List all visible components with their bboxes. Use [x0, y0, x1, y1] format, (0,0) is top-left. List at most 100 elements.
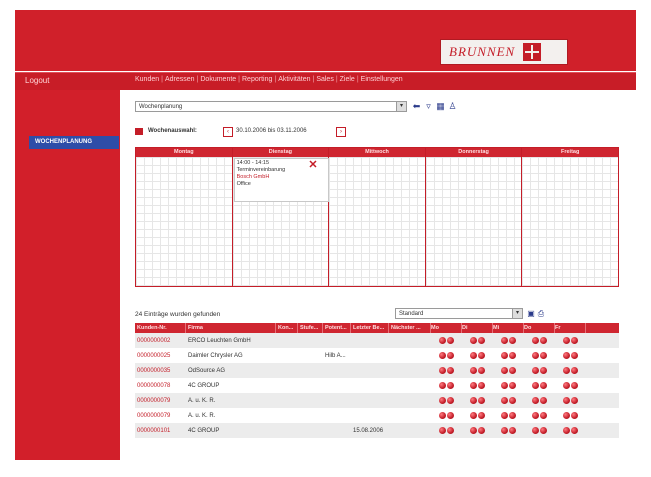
plan-dot-icon[interactable]: [509, 367, 516, 374]
plan-dot-icon[interactable]: [439, 352, 446, 359]
plan-dot-icon[interactable]: [447, 382, 454, 389]
plan-dot-icon[interactable]: [501, 382, 508, 389]
cell-kunden-nr[interactable]: 0000000035: [135, 363, 186, 378]
plan-dot-icon[interactable]: [563, 382, 570, 389]
plan-dot-icon[interactable]: [532, 367, 539, 374]
print-icon[interactable]: ⎙: [537, 309, 545, 318]
plan-dot-icon[interactable]: [447, 337, 454, 344]
plan-dot-icon[interactable]: [571, 397, 578, 404]
plan-dot-icon[interactable]: [540, 412, 547, 419]
plan-dot-icon[interactable]: [509, 397, 516, 404]
plan-dot-icon[interactable]: [439, 427, 446, 434]
filter-icon[interactable]: ▿: [424, 101, 433, 111]
plan-dot-icon[interactable]: [501, 397, 508, 404]
appointment-card[interactable]: 14:00 - 14:15 Terminvereinbarung Bosch G…: [233, 158, 329, 202]
col-header-firma[interactable]: Firma: [186, 323, 276, 333]
table-row[interactable]: 0000000002 ERCO Leuchten GmbH: [135, 333, 619, 348]
chevron-down-icon[interactable]: ▾: [512, 309, 522, 318]
day-header[interactable]: Dienstag: [232, 148, 329, 157]
plan-dot-icon[interactable]: [470, 427, 477, 434]
col-header-mi[interactable]: Mi: [493, 323, 524, 333]
plan-dot-icon[interactable]: [478, 352, 485, 359]
chevron-down-icon[interactable]: ▾: [396, 102, 406, 111]
plan-dot-icon[interactable]: [540, 367, 547, 374]
plan-dot-icon[interactable]: [563, 427, 570, 434]
col-header-letzter-besuch[interactable]: Letzter Be...: [351, 323, 389, 333]
plan-dot-icon[interactable]: [509, 427, 516, 434]
sidebar-item-wochenplanung[interactable]: WOCHENPLANUNG: [29, 136, 119, 149]
day-header[interactable]: Freitag: [522, 148, 618, 157]
brand-logo[interactable]: BRUNNEN: [440, 39, 568, 65]
nav-item-adressen[interactable]: Adressen: [165, 76, 195, 83]
plan-dot-icon[interactable]: [447, 352, 454, 359]
cell-kunden-nr[interactable]: 0000000101: [135, 423, 186, 438]
nav-item-sales[interactable]: Sales: [316, 76, 334, 83]
day-column-montag[interactable]: Montag: [136, 148, 233, 286]
day-column-freitag[interactable]: Freitag: [522, 148, 618, 286]
plan-dot-icon[interactable]: [470, 337, 477, 344]
export-icon[interactable]: ▣: [527, 309, 535, 318]
plan-dot-icon[interactable]: [439, 397, 446, 404]
plan-dot-icon[interactable]: [563, 337, 570, 344]
prev-week-icon[interactable]: ‹: [223, 127, 233, 137]
nav-item-aktivitaeten[interactable]: Aktivitäten: [278, 76, 310, 83]
plan-dot-icon[interactable]: [501, 367, 508, 374]
plan-dot-icon[interactable]: [509, 352, 516, 359]
day-header[interactable]: Donnerstag: [425, 148, 522, 157]
col-header-naechster[interactable]: Nächster ...: [389, 323, 431, 333]
col-header-kontakt[interactable]: Kon...: [276, 323, 298, 333]
cell-kunden-nr[interactable]: 0000000079: [135, 408, 186, 423]
nav-item-kunden[interactable]: Kunden: [135, 76, 159, 83]
day-column-dienstag[interactable]: Dienstag 14:00 - 14:15 Terminvereinbarun…: [232, 148, 330, 286]
plan-dot-icon[interactable]: [470, 352, 477, 359]
cell-kunden-nr[interactable]: 0000000079: [135, 393, 186, 408]
appointment-company[interactable]: Bosch GmbH: [237, 174, 326, 181]
plan-dot-icon[interactable]: [501, 427, 508, 434]
plan-dot-icon[interactable]: [563, 367, 570, 374]
day-header[interactable]: Montag: [136, 148, 232, 157]
table-row[interactable]: 0000000035 OdSource AG: [135, 363, 619, 378]
plan-dot-icon[interactable]: [563, 397, 570, 404]
logout-link[interactable]: Logout: [25, 76, 49, 85]
plan-dot-icon[interactable]: [470, 367, 477, 374]
plan-dot-icon[interactable]: [540, 427, 547, 434]
plan-dot-icon[interactable]: [478, 337, 485, 344]
plan-dot-icon[interactable]: [532, 382, 539, 389]
plan-dot-icon[interactable]: [509, 412, 516, 419]
plan-dot-icon[interactable]: [540, 382, 547, 389]
plan-dot-icon[interactable]: [439, 412, 446, 419]
table-row[interactable]: 0000000079 A. u. K. R.: [135, 393, 619, 408]
plan-dot-icon[interactable]: [571, 337, 578, 344]
plan-dot-icon[interactable]: [478, 367, 485, 374]
plan-dot-icon[interactable]: [478, 412, 485, 419]
nav-item-einstellungen[interactable]: Einstellungen: [361, 76, 403, 83]
calendar-icon[interactable]: ▦: [436, 101, 445, 111]
table-row[interactable]: 0000000025 Daimler Chrysler AG Hilb A...: [135, 348, 619, 363]
col-header-stufe[interactable]: Stufe...: [298, 323, 323, 333]
plan-dot-icon[interactable]: [563, 352, 570, 359]
plan-dot-icon[interactable]: [501, 352, 508, 359]
plan-dot-icon[interactable]: [478, 397, 485, 404]
cell-kunden-nr[interactable]: 0000000078: [135, 378, 186, 393]
plan-dot-icon[interactable]: [439, 367, 446, 374]
plan-dot-icon[interactable]: [470, 397, 477, 404]
plan-dot-icon[interactable]: [532, 412, 539, 419]
plan-dot-icon[interactable]: [509, 337, 516, 344]
plan-dot-icon[interactable]: [571, 367, 578, 374]
cell-kunden-nr[interactable]: 0000000002: [135, 333, 186, 348]
nav-item-reporting[interactable]: Reporting: [242, 76, 272, 83]
col-header-di[interactable]: Di: [462, 323, 493, 333]
plan-dot-icon[interactable]: [571, 427, 578, 434]
plan-dot-icon[interactable]: [571, 382, 578, 389]
plan-dot-icon[interactable]: [540, 397, 547, 404]
plan-dot-icon[interactable]: [540, 352, 547, 359]
plan-dot-icon[interactable]: [447, 397, 454, 404]
col-header-potential[interactable]: Potent...: [323, 323, 351, 333]
table-row[interactable]: 0000000078 4C GROUP: [135, 378, 619, 393]
plan-dot-icon[interactable]: [532, 352, 539, 359]
user-icon[interactable]: ♙: [448, 101, 457, 111]
plan-dot-icon[interactable]: [563, 412, 570, 419]
view-select[interactable]: Wochenplanung ▾: [135, 101, 407, 112]
plan-dot-icon[interactable]: [509, 382, 516, 389]
list-view-select[interactable]: Standard ▾: [395, 308, 523, 319]
